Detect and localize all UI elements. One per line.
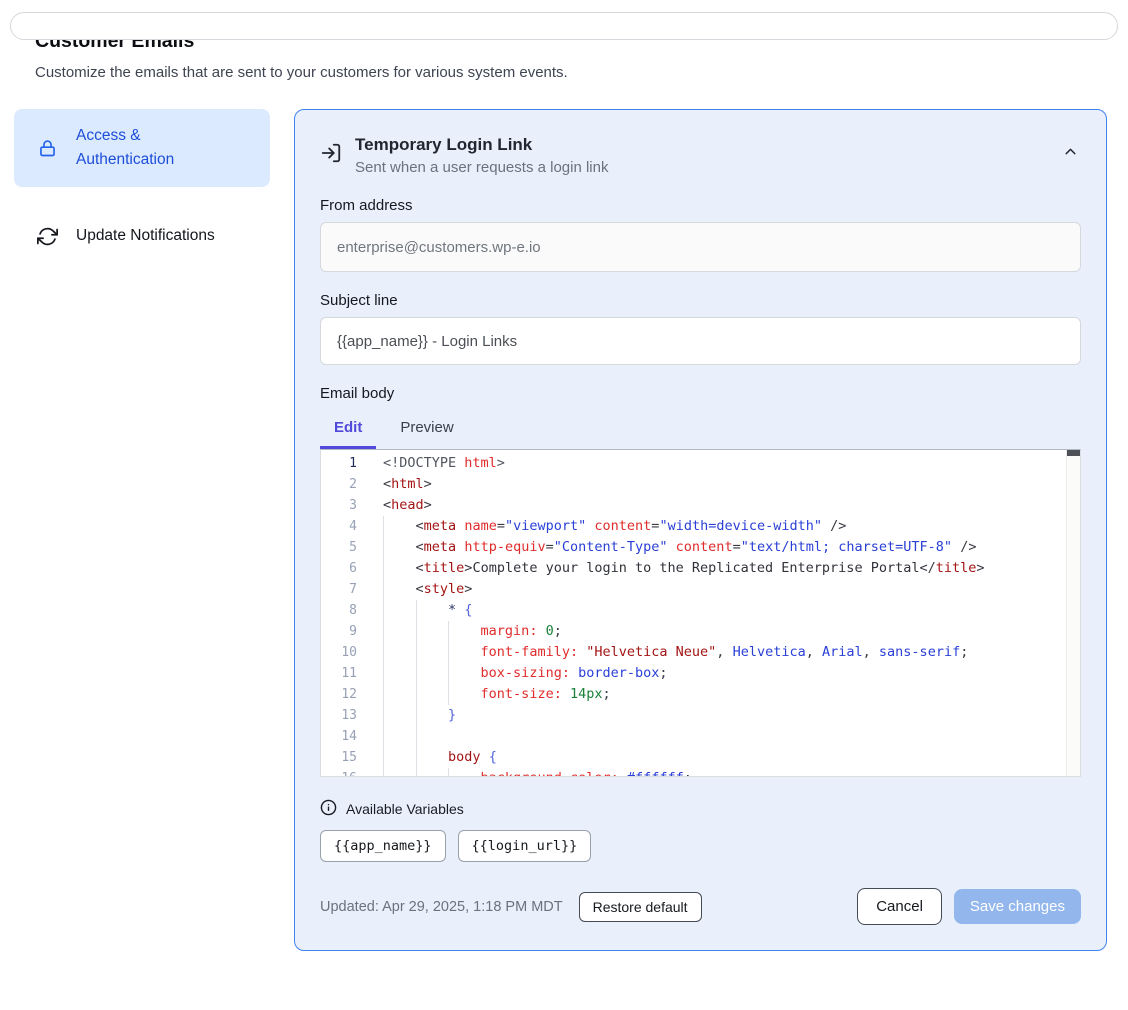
previous-card-bottom-edge: [10, 12, 1118, 40]
code-lines: 1<!DOCTYPE html>2<html>3<head>4 <meta na…: [321, 450, 1080, 777]
variable-chip-app-name[interactable]: {{app_name}}: [320, 830, 446, 862]
temporary-login-link-panel: Temporary Login Link Sent when a user re…: [294, 109, 1107, 951]
panel-footer: Updated: Apr 29, 2025, 1:18 PM MDT Resto…: [320, 888, 1081, 925]
page-subtitle: Customize the emails that are sent to yo…: [35, 64, 1093, 81]
editor-scrollbar-thumb[interactable]: [1067, 450, 1080, 456]
editor-scrollbar[interactable]: [1066, 450, 1080, 776]
lock-icon: [37, 138, 58, 159]
subject-line-input[interactable]: [320, 317, 1081, 365]
panel-header: Temporary Login Link Sent when a user re…: [320, 135, 1081, 176]
chevron-up-icon: [1062, 143, 1079, 163]
info-icon: [320, 799, 337, 819]
from-address-input: [320, 222, 1081, 272]
from-address-label: From address: [320, 197, 1081, 214]
cancel-button[interactable]: Cancel: [857, 888, 942, 925]
subject-line-label: Subject line: [320, 292, 1081, 309]
tab-edit[interactable]: Edit: [320, 410, 376, 449]
panel-subtitle: Sent when a user requests a login link: [355, 159, 608, 176]
sidebar-item-update-notifications[interactable]: Update Notifications: [14, 209, 270, 263]
email-body-code-editor[interactable]: 1<!DOCTYPE html>2<html>3<head>4 <meta na…: [320, 449, 1081, 777]
login-icon: [320, 142, 342, 169]
email-body-tabs: Edit Preview: [320, 410, 1081, 449]
email-body-label: Email body: [320, 385, 1081, 402]
collapse-button[interactable]: [1060, 141, 1081, 165]
save-changes-button[interactable]: Save changes: [954, 889, 1081, 924]
available-variables-row: Available Variables: [320, 799, 1081, 819]
sidebar-item-label: Access & Authentication: [76, 124, 211, 172]
available-variables-label: Available Variables: [346, 801, 464, 817]
updated-timestamp: Updated: Apr 29, 2025, 1:18 PM MDT: [320, 899, 563, 915]
refresh-icon: [37, 226, 58, 247]
variable-chip-login-url[interactable]: {{login_url}}: [458, 830, 592, 862]
sidebar-item-access-authentication[interactable]: Access & Authentication: [14, 109, 270, 187]
sidebar-item-label: Update Notifications: [76, 224, 215, 248]
variable-chips: {{app_name}} {{login_url}}: [320, 830, 1081, 862]
tab-preview[interactable]: Preview: [386, 410, 467, 449]
panel-title: Temporary Login Link: [355, 135, 608, 155]
email-categories-sidebar: Access & Authentication Update Notificat…: [14, 109, 270, 263]
restore-default-button[interactable]: Restore default: [579, 892, 702, 922]
